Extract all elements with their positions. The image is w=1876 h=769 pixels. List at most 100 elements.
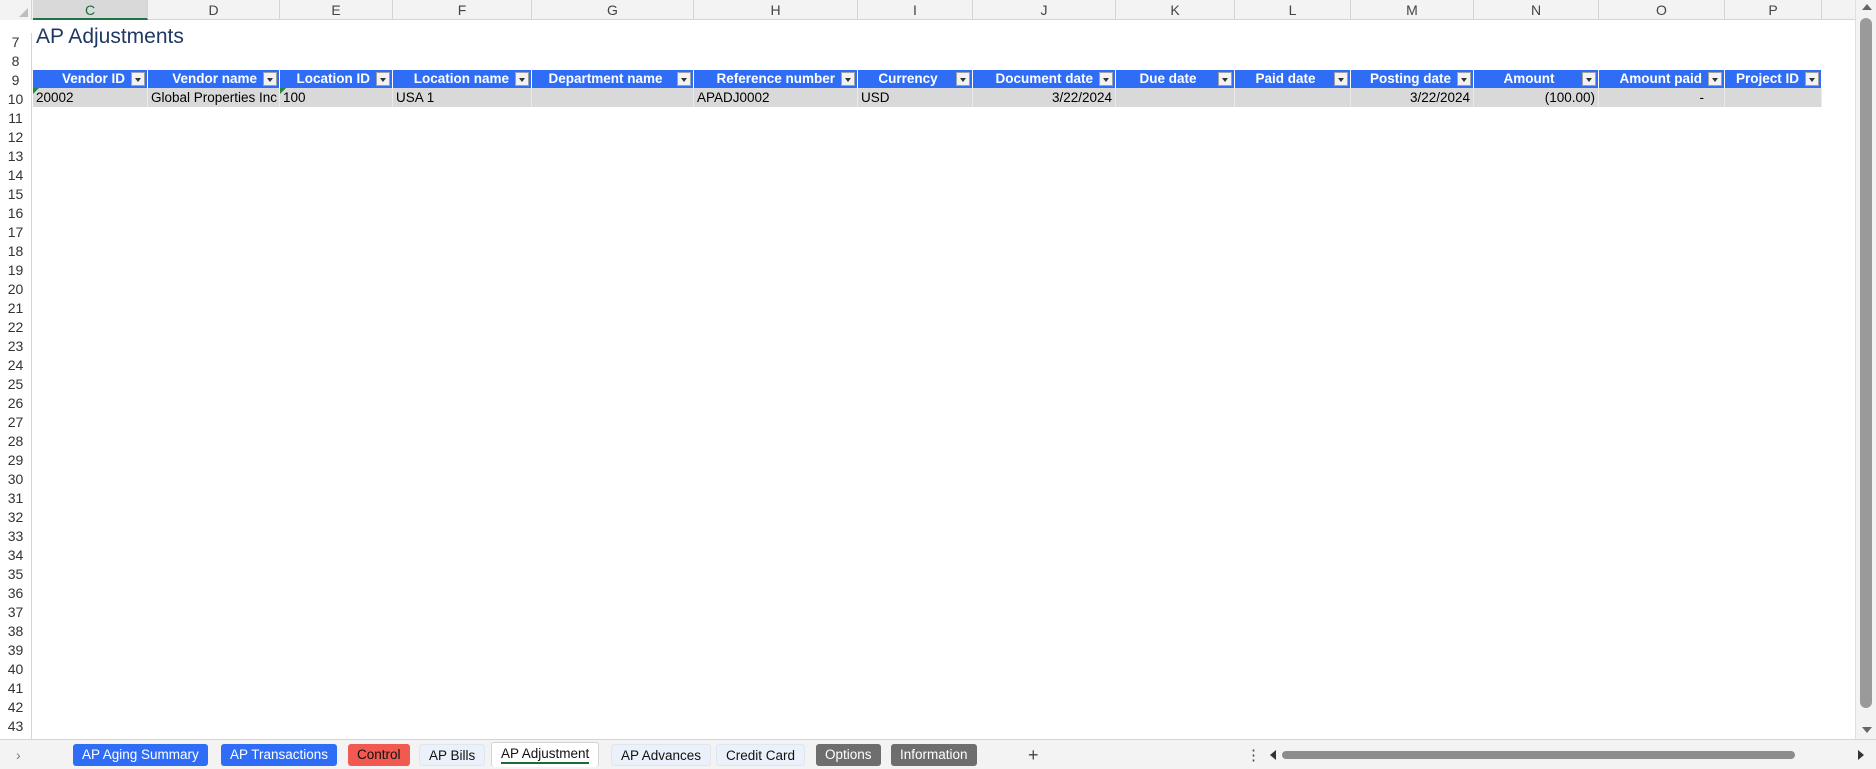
column-header-c[interactable]: C — [33, 0, 148, 20]
sheet-tab-ap-bills[interactable]: AP Bills — [419, 744, 486, 766]
table-header-currency[interactable]: Currency — [858, 70, 973, 88]
row-header-41[interactable]: 41 — [0, 679, 31, 698]
row-header-37[interactable]: 37 — [0, 603, 31, 622]
sheet-tab-options[interactable]: Options — [816, 744, 881, 766]
column-header-n[interactable]: N — [1474, 0, 1599, 20]
row-header-11[interactable]: 11 — [0, 109, 31, 128]
cell-amount[interactable]: (100.00) — [1474, 88, 1599, 107]
table-header-vendor-name[interactable]: Vendor name — [148, 70, 280, 88]
more-options-icon[interactable]: ⋮ — [1246, 746, 1261, 764]
filter-dropdown-icon[interactable] — [1708, 72, 1722, 86]
table-header-amount[interactable]: Amount — [1474, 70, 1599, 88]
table-header-location-name[interactable]: Location name — [393, 70, 532, 88]
scroll-down-icon[interactable] — [1862, 727, 1872, 733]
select-all-corner[interactable] — [0, 0, 32, 20]
table-header-reference-number[interactable]: Reference number — [694, 70, 858, 88]
cell-amount-paid[interactable]: - — [1599, 88, 1725, 107]
cell-location-id[interactable]: 100 — [280, 88, 393, 107]
column-header-h[interactable]: H — [694, 0, 858, 20]
sheet-tab-ap-adjustment[interactable]: AP Adjustment — [491, 742, 600, 767]
horizontal-scroll-thumb[interactable] — [1282, 751, 1795, 759]
cell-vendor-id[interactable]: 20002 — [33, 88, 148, 107]
sheet-tab-ap-aging-summary[interactable]: AP Aging Summary — [73, 744, 208, 766]
scroll-left-icon[interactable] — [1270, 750, 1276, 760]
sheet-tab-ap-transactions[interactable]: AP Transactions — [221, 744, 338, 766]
row-header-33[interactable]: 33 — [0, 527, 31, 546]
row-header-36[interactable]: 36 — [0, 584, 31, 603]
row-header-16[interactable]: 16 — [0, 204, 31, 223]
column-header-f[interactable]: F — [393, 0, 532, 20]
filter-dropdown-icon[interactable] — [1805, 72, 1819, 86]
filter-dropdown-icon[interactable] — [1457, 72, 1471, 86]
filter-dropdown-icon[interactable] — [515, 72, 529, 86]
table-header-due-date[interactable]: Due date — [1116, 70, 1235, 88]
row-header-32[interactable]: 32 — [0, 508, 31, 527]
row-header-8[interactable]: 8 — [0, 52, 31, 71]
row-header-39[interactable]: 39 — [0, 641, 31, 660]
filter-dropdown-icon[interactable] — [131, 72, 145, 86]
column-header-k[interactable]: K — [1116, 0, 1235, 20]
row-header-10[interactable]: 10 — [0, 90, 31, 109]
filter-dropdown-icon[interactable] — [1582, 72, 1596, 86]
cell-document-date[interactable]: 3/22/2024 — [973, 88, 1116, 107]
table-header-location-id[interactable]: Location ID — [280, 70, 393, 88]
cell-reference-number[interactable]: APADJ0002 — [694, 88, 858, 107]
column-header-e[interactable]: E — [280, 0, 393, 20]
sheet-tab-control[interactable]: Control — [348, 744, 410, 766]
row-header-23[interactable]: 23 — [0, 337, 31, 356]
column-header-p[interactable]: P — [1725, 0, 1822, 20]
cell-paid-date[interactable] — [1235, 88, 1351, 107]
row-header-18[interactable]: 18 — [0, 242, 31, 261]
cell-currency[interactable]: USD — [858, 88, 973, 107]
tab-scroll-icon[interactable]: › — [16, 747, 21, 763]
row-header-17[interactable]: 17 — [0, 223, 31, 242]
table-header-document-date[interactable]: Document date — [973, 70, 1116, 88]
row-header-14[interactable]: 14 — [0, 166, 31, 185]
cell-location-name[interactable]: USA 1 — [393, 88, 532, 107]
row-header-20[interactable]: 20 — [0, 280, 31, 299]
cell-vendor-name[interactable]: Global Properties Inc — [148, 88, 280, 107]
row-header-26[interactable]: 26 — [0, 394, 31, 413]
filter-dropdown-icon[interactable] — [841, 72, 855, 86]
filter-dropdown-icon[interactable] — [956, 72, 970, 86]
cell-due-date[interactable] — [1116, 88, 1235, 107]
sheet-tab-information[interactable]: Information — [891, 744, 977, 766]
column-header-l[interactable]: L — [1235, 0, 1351, 20]
filter-dropdown-icon[interactable] — [1218, 72, 1232, 86]
column-header-j[interactable]: J — [973, 0, 1116, 20]
sheet-grid[interactable]: AP Adjustments Vendor ID Vendor name Locat… — [33, 21, 1855, 739]
row-header-34[interactable]: 34 — [0, 546, 31, 565]
row-header-21[interactable]: 21 — [0, 299, 31, 318]
cell-project-id[interactable] — [1725, 88, 1822, 107]
column-header-g[interactable]: G — [532, 0, 694, 20]
cell-posting-date[interactable]: 3/22/2024 — [1351, 88, 1474, 107]
column-header-d[interactable]: D — [148, 0, 280, 20]
column-header-o[interactable]: O — [1599, 0, 1725, 20]
vertical-scroll-thumb[interactable] — [1860, 18, 1872, 708]
row-header-24[interactable]: 24 — [0, 356, 31, 375]
scroll-right-icon[interactable] — [1858, 750, 1864, 760]
table-header-vendor-id[interactable]: Vendor ID — [33, 70, 148, 88]
row-header-28[interactable]: 28 — [0, 432, 31, 451]
row-header-9[interactable]: 9 — [0, 71, 31, 90]
row-header-43[interactable]: 43 — [0, 717, 31, 736]
filter-dropdown-icon[interactable] — [1099, 72, 1113, 86]
table-header-paid-date[interactable]: Paid date — [1235, 70, 1351, 88]
row-header-35[interactable]: 35 — [0, 565, 31, 584]
row-header-42[interactable]: 42 — [0, 698, 31, 717]
filter-dropdown-icon[interactable] — [677, 72, 691, 86]
filter-dropdown-icon[interactable] — [376, 72, 390, 86]
row-header-38[interactable]: 38 — [0, 622, 31, 641]
add-sheet-icon[interactable]: + — [1028, 745, 1039, 766]
vertical-scrollbar[interactable] — [1855, 0, 1876, 739]
table-header-department-name[interactable]: Department name — [532, 70, 694, 88]
row-header-29[interactable]: 29 — [0, 451, 31, 470]
horizontal-scrollbar[interactable] — [1270, 748, 1864, 762]
column-header-i[interactable]: I — [858, 0, 973, 20]
row-header-25[interactable]: 25 — [0, 375, 31, 394]
filter-dropdown-icon[interactable] — [1334, 72, 1348, 86]
table-header-amount-paid[interactable]: Amount paid — [1599, 70, 1725, 88]
table-header-project-id[interactable]: Project ID — [1725, 70, 1822, 88]
row-header-27[interactable]: 27 — [0, 413, 31, 432]
row-header-7[interactable]: 7 — [0, 33, 31, 52]
